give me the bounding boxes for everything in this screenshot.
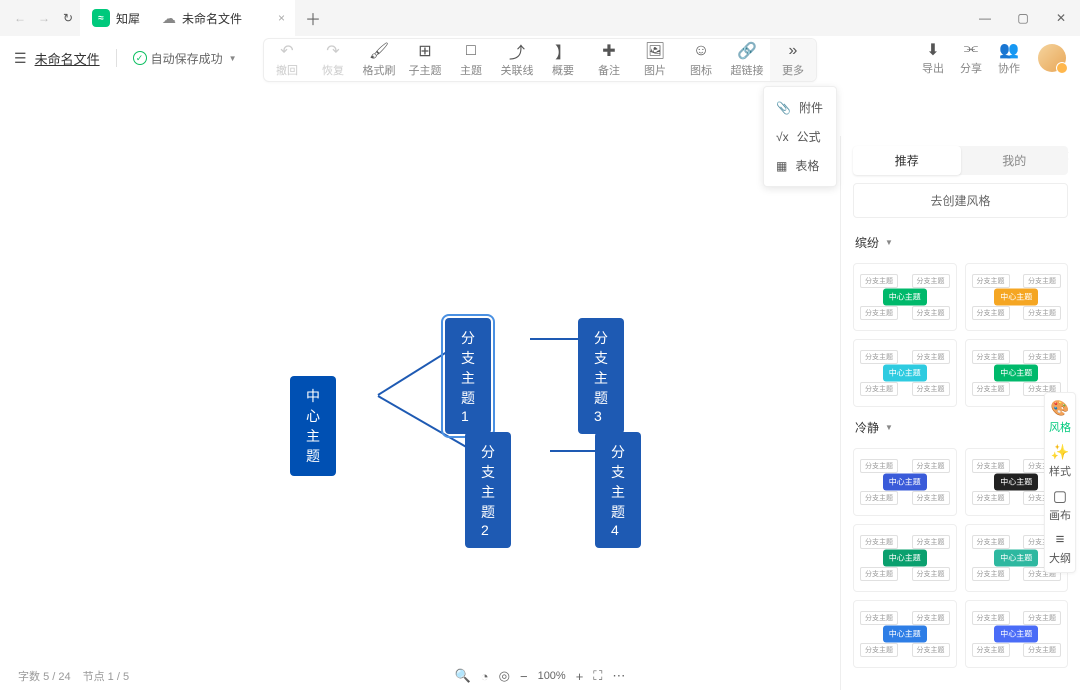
action-share[interactable]: ⫘分享	[952, 40, 990, 76]
theme-card[interactable]: 分支主题 分支主题 分支主题 分支主题 中心主题	[853, 339, 957, 407]
dropdown-table[interactable]: ▦表格	[764, 151, 836, 180]
cloud-icon: ☁	[162, 10, 176, 27]
chevron-down-icon: ▼	[885, 423, 893, 432]
mindmap-branch-2[interactable]: 分支主题2	[465, 432, 511, 548]
tab-close[interactable]: ×	[278, 11, 285, 25]
tool-topic[interactable]: □主题	[448, 39, 494, 81]
tool-icon[interactable]: ☺图标	[678, 39, 724, 81]
tool-note[interactable]: ✚备注	[586, 39, 632, 81]
search-icon[interactable]: 🔍	[455, 668, 471, 684]
zoom-out[interactable]: −	[520, 669, 528, 684]
theme-grid-colorful: 分支主题 分支主题 分支主题 分支主题 中心主题 分支主题 分支主题 分支主题 …	[841, 255, 1080, 415]
outline-icon: ≡	[1056, 531, 1065, 548]
document-name[interactable]: 未命名文件	[35, 49, 100, 68]
rail-style[interactable]: 🎨风格	[1049, 399, 1071, 435]
menu-button[interactable]: ☰	[14, 50, 27, 67]
style-icon: 🎨	[1051, 399, 1070, 417]
zoom-level[interactable]: 100%	[538, 670, 566, 682]
rail-format[interactable]: ✨样式	[1049, 443, 1071, 479]
window-minimize[interactable]: —	[966, 0, 1004, 36]
tool-more[interactable]: »更多	[770, 39, 816, 81]
window-maximize[interactable]: ▢	[1004, 0, 1042, 36]
rail-outline[interactable]: ≡大纲	[1049, 531, 1071, 566]
table-icon: ▦	[776, 159, 787, 173]
nav-back[interactable]: ←	[10, 8, 30, 28]
note-icon: ✚	[602, 42, 615, 60]
topic-icon: □	[466, 42, 476, 60]
header-actions: ⬇导出⫘分享👥协作	[914, 40, 1066, 76]
share-icon: ⫘	[964, 40, 978, 58]
theme-card[interactable]: 分支主题 分支主题 分支主题 分支主题 中心主题	[965, 263, 1069, 331]
action-collab[interactable]: 👥协作	[990, 40, 1028, 76]
tool-undo: ↶撤回	[264, 39, 310, 81]
collab-icon: 👥	[999, 40, 1019, 58]
mindmap-center-node[interactable]: 中心主题	[290, 376, 336, 476]
tab-mine[interactable]: 我的	[961, 146, 1069, 175]
app-name: 知犀	[116, 10, 140, 27]
icon-icon: ☺	[693, 42, 709, 60]
tab-recommend[interactable]: 推荐	[853, 146, 961, 175]
new-tab-button[interactable]: ＋	[305, 6, 321, 30]
more-icon: »	[789, 42, 798, 60]
nav-refresh[interactable]: ↻	[58, 8, 78, 28]
app-home-tab[interactable]: ≈ 知犀	[80, 0, 152, 36]
title-bar: ← → ↻ ≈ 知犀 ☁ 未命名文件 × ＋ — ▢ ✕	[0, 0, 1080, 36]
create-style-button[interactable]: 去创建风格	[853, 183, 1068, 218]
export-icon: ⬇	[926, 40, 939, 58]
canvas-icon: ▢	[1053, 487, 1067, 505]
sub-icon: ⊞	[418, 42, 431, 60]
theme-card[interactable]: 分支主题 分支主题 分支主题 分支主题 中心主题	[853, 600, 957, 668]
panel-tabs: 推荐 我的	[853, 146, 1068, 175]
category-colorful[interactable]: 缤纷 ▼	[841, 230, 1080, 255]
redo-icon: ↷	[326, 42, 339, 60]
tool-sub[interactable]: ⊞子主题	[402, 39, 448, 81]
check-icon: ✓	[133, 51, 147, 65]
tool-redo: ↷恢复	[310, 39, 356, 81]
mindmap-branch-1[interactable]: 分支主题1	[445, 318, 491, 434]
format-icon: ✨	[1051, 443, 1070, 461]
formula-icon: √x	[776, 130, 789, 144]
mindmap-branch-3[interactable]: 分支主题3	[578, 318, 624, 434]
chevron-down-icon: ▼	[229, 54, 237, 63]
tab-title: 未命名文件	[182, 10, 242, 27]
tool-summary[interactable]: 】概要	[540, 39, 586, 81]
side-tool-rail: 🎨风格 ✨样式 ▢画布 ≡大纲	[1044, 392, 1076, 573]
dropdown-attach[interactable]: 📎附件	[764, 93, 836, 122]
dropdown-formula[interactable]: √x公式	[764, 122, 836, 151]
main-toolbar: ↶撤回↷恢复🖌格式刷⊞子主题□主题⤴关联线】概要✚备注🖼图片☺图标🔗超链接»更多	[263, 38, 817, 82]
more-dropdown: 📎附件√x公式▦表格	[763, 86, 837, 187]
rail-canvas[interactable]: ▢画布	[1049, 487, 1071, 523]
zhixi-logo-icon: ≈	[92, 9, 110, 27]
theme-card[interactable]: 分支主题 分支主题 分支主题 分支主题 中心主题	[853, 448, 957, 516]
more-icon[interactable]: ⋯	[612, 668, 625, 684]
fullscreen-icon[interactable]: ⛶	[593, 668, 602, 684]
window-close[interactable]: ✕	[1042, 0, 1080, 36]
document-tab[interactable]: ☁ 未命名文件 ×	[152, 0, 295, 36]
zoom-in[interactable]: +	[576, 669, 584, 684]
theme-card[interactable]: 分支主题 分支主题 分支主题 分支主题 中心主题	[965, 600, 1069, 668]
nav-forward[interactable]: →	[34, 8, 54, 28]
undo-icon: ↶	[280, 42, 293, 60]
target-icon[interactable]: ◎	[499, 668, 510, 684]
href-icon: 🔗	[737, 42, 757, 60]
tool-image[interactable]: 🖼图片	[632, 39, 678, 81]
pan-icon[interactable]: ◔	[481, 669, 489, 684]
tool-fmt[interactable]: 🖌格式刷	[356, 39, 402, 81]
summary-icon: 】	[555, 42, 571, 60]
link-icon: ⤴	[509, 42, 525, 60]
autosave-status[interactable]: ✓ 自动保存成功 ▼	[133, 50, 237, 67]
fmt-icon: 🖌	[369, 42, 389, 60]
attach-icon: 📎	[776, 101, 791, 115]
theme-card[interactable]: 分支主题 分支主题 分支主题 分支主题 中心主题	[853, 263, 957, 331]
user-avatar[interactable]	[1038, 44, 1066, 72]
theme-card[interactable]: 分支主题 分支主题 分支主题 分支主题 中心主题	[853, 524, 957, 592]
tool-href[interactable]: 🔗超链接	[724, 39, 770, 81]
tool-link[interactable]: ⤴关联线	[494, 39, 540, 81]
mindmap-branch-4[interactable]: 分支主题4	[595, 432, 641, 548]
chevron-down-icon: ▼	[885, 238, 893, 247]
action-export[interactable]: ⬇导出	[914, 40, 952, 76]
image-icon: 🖼	[645, 42, 665, 60]
divider	[116, 49, 117, 67]
